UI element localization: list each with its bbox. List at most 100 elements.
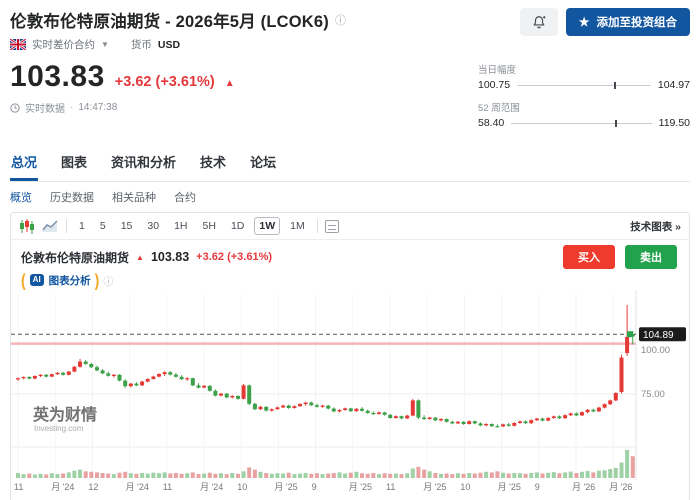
dot-separator: · [70, 102, 73, 113]
timeframe-6[interactable]: 1D [226, 217, 249, 235]
day-range-low: 100.75 [478, 79, 510, 91]
quote-section: 103.83 +3.62 (+3.61%) ▲ 实时数据 · 14:47:38 … [10, 60, 690, 138]
week52-range-high: 119.50 [659, 117, 690, 129]
svg-text:月 '26: 月 '26 [572, 482, 595, 492]
tab-1[interactable]: 图表 [60, 148, 88, 181]
currency-value: USD [158, 39, 180, 51]
divider [317, 219, 318, 233]
tab-0[interactable]: 总况 [10, 148, 38, 181]
svg-text:104.89: 104.89 [643, 330, 674, 341]
header-actions: ★ 添加至投资组合 [520, 8, 690, 36]
watermark-en: Investing.com [34, 424, 84, 433]
subtab-3[interactable]: 合约 [174, 189, 196, 205]
chart-card: 1515301H5H1D1W1M 技术图表 » 伦敦布伦特原油期货 ▲ 103.… [10, 212, 690, 500]
chart-toolbar: 1515301H5H1D1W1M 技术图表 » [11, 213, 689, 240]
bell-plus-icon [532, 15, 546, 29]
svg-text:月 '25: 月 '25 [498, 482, 521, 492]
ranges: 当日幅度 100.75 104.97 52 周范围 58.40 119.50 [478, 62, 690, 138]
chart-instrument-name: 伦敦布伦特原油期货 [21, 249, 129, 266]
svg-text:11: 11 [386, 482, 395, 492]
chevron-down-icon[interactable]: ▼ [101, 40, 109, 49]
ai-chart-analysis-button[interactable]: AI 图表分析 [30, 273, 91, 288]
svg-text:月 '26: 月 '26 [609, 482, 632, 492]
svg-text:100.00: 100.00 [641, 345, 670, 356]
trade-buttons: 买入 卖出 [563, 245, 679, 269]
tab-2[interactable]: 资讯和分析 [110, 148, 177, 181]
svg-text:月 '25: 月 '25 [349, 482, 372, 492]
ai-analysis-label: 图表分析 [49, 273, 91, 288]
candlestick-chart-icon[interactable] [19, 219, 35, 234]
header-left: 伦敦布伦特原油期货 - 2026年5月 (LCOK6) ⓘ 实时差价合约 ▼ 货… [10, 8, 346, 52]
week52-range-marker [615, 120, 617, 127]
timeframe-4[interactable]: 1H [169, 217, 192, 235]
week52-range-slider [511, 120, 651, 127]
svg-text:9: 9 [312, 482, 317, 492]
quote-left: 103.83 +3.62 (+3.61%) ▲ 实时数据 · 14:47:38 [10, 60, 235, 138]
tab-3[interactable]: 技术 [199, 148, 227, 181]
week52-range: 52 周范围 58.40 119.50 [478, 100, 690, 129]
svg-text:月 '25: 月 '25 [423, 482, 446, 492]
svg-text:月 '25: 月 '25 [274, 482, 297, 492]
uk-flag-icon [10, 39, 26, 50]
page: 伦敦布伦特原油期货 - 2026年5月 (LCOK6) ⓘ 实时差价合约 ▼ 货… [0, 0, 700, 500]
subtab-0[interactable]: 概览 [10, 189, 32, 205]
divider [66, 219, 67, 233]
chart-price: 103.83 [151, 250, 189, 264]
star-icon: ★ [579, 15, 590, 29]
info-icon[interactable]: ⓘ [335, 12, 346, 28]
add-to-portfolio-button[interactable]: ★ 添加至投资组合 [566, 8, 690, 36]
day-range-high: 104.97 [658, 79, 690, 91]
quote-time: 14:47:38 [78, 102, 117, 113]
tab-4[interactable]: 论坛 [249, 148, 277, 181]
create-alert-button[interactable] [520, 8, 558, 36]
svg-text:11: 11 [163, 482, 172, 492]
up-arrow-icon: ▲ [225, 78, 235, 89]
price-chart[interactable]: 11月 '2412月 '2411月 '2410月 '259月 '2511月 '2… [11, 290, 689, 500]
header: 伦敦布伦特原油期货 - 2026年5月 (LCOK6) ⓘ 实时差价合约 ▼ 货… [10, 8, 690, 52]
bracket-decoration: ( [21, 270, 26, 290]
area-chart-icon[interactable] [42, 219, 59, 233]
timeframe-0[interactable]: 1 [74, 217, 90, 235]
realtime-label: 实时数据 [25, 100, 65, 115]
timeframe-1[interactable]: 5 [95, 217, 111, 235]
subtab-1[interactable]: 历史数据 [50, 189, 94, 205]
info-icon[interactable]: ⓘ [103, 273, 113, 288]
svg-text:月 '24: 月 '24 [126, 482, 149, 492]
week52-range-low: 58.40 [478, 117, 504, 129]
day-range: 当日幅度 100.75 104.97 [478, 62, 690, 91]
price-change: +3.62 (+3.61%) [115, 74, 215, 90]
timeframe-5[interactable]: 5H [198, 217, 221, 235]
ai-analysis-row: ( AI 图表分析 ) ⓘ [11, 271, 689, 290]
sell-button[interactable]: 卖出 [625, 245, 677, 269]
up-arrow-icon: ▲ [136, 253, 144, 262]
svg-text:12: 12 [88, 482, 98, 492]
chart-price-change: +3.62 (+3.61%) [196, 251, 272, 263]
timeframe-list: 1515301H5H1D1W1M [74, 217, 310, 235]
bracket-decoration: ) [95, 270, 100, 290]
ai-icon: AI [30, 274, 44, 286]
svg-text:9: 9 [535, 482, 540, 492]
instrument-type[interactable]: 实时差价合约 [32, 37, 95, 52]
timeframe-8[interactable]: 1M [285, 217, 310, 235]
last-price: 103.83 [10, 60, 105, 94]
main-tabs: 总况图表资讯和分析技术论坛 [10, 148, 690, 182]
buy-button[interactable]: 买入 [563, 245, 615, 269]
technical-chart-link[interactable]: 技术图表 » [630, 219, 681, 234]
indicators-icon[interactable] [325, 220, 339, 233]
subtab-2[interactable]: 相关品种 [112, 189, 156, 205]
svg-text:10: 10 [460, 482, 470, 492]
timeframe-3[interactable]: 30 [142, 217, 164, 235]
svg-text:11: 11 [14, 482, 23, 492]
timeframe-2[interactable]: 15 [116, 217, 138, 235]
currency-label: 货币 [131, 37, 152, 52]
timeframe-7[interactable]: 1W [254, 217, 280, 235]
svg-text:月 '24: 月 '24 [51, 482, 74, 492]
add-to-portfolio-label: 添加至投资组合 [597, 14, 678, 30]
svg-text:75.00: 75.00 [641, 389, 665, 400]
clock-icon [10, 103, 20, 113]
sub-tabs: 概览 历史数据 相关品种 合约 [10, 189, 690, 205]
day-range-marker [614, 82, 616, 89]
chart-header: 伦敦布伦特原油期货 ▲ 103.83 +3.62 (+3.61%) 买入 卖出 [11, 240, 689, 271]
watermark-cn: 英为财情 [32, 405, 97, 424]
page-title: 伦敦布伦特原油期货 - 2026年5月 (LCOK6) [10, 8, 329, 32]
